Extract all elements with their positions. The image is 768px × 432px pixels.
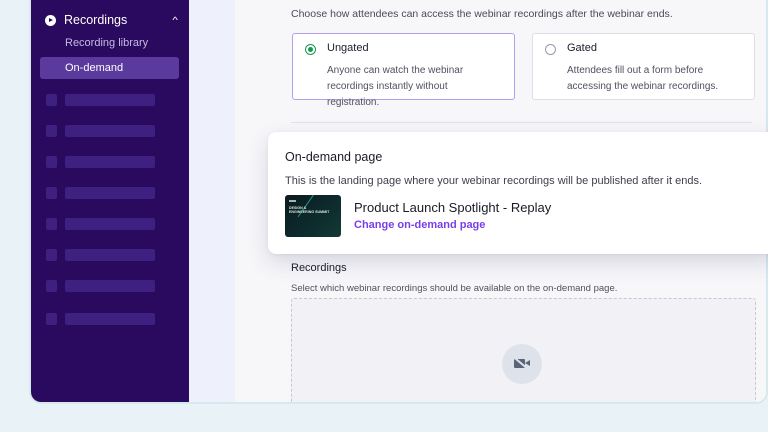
secondary-panel xyxy=(189,0,235,402)
sidebar-skeleton-item xyxy=(46,94,156,106)
sidebar-skeleton-item xyxy=(46,156,156,168)
change-on-demand-page-link[interactable]: Change on-demand page xyxy=(354,219,485,231)
on-demand-description: This is the landing page where your webi… xyxy=(285,175,703,187)
sidebar-skeleton-item xyxy=(46,187,156,199)
sidebar-skeleton-item xyxy=(46,249,156,261)
on-demand-title: On-demand page xyxy=(285,150,383,164)
radio-gated[interactable] xyxy=(545,44,556,55)
video-off-icon xyxy=(502,344,542,384)
on-demand-page-name: Product Launch Spotlight - Replay xyxy=(354,200,552,215)
recordings-dropzone[interactable] xyxy=(291,298,756,402)
option-description: Anyone can watch the webinar recordings … xyxy=(327,65,464,108)
on-demand-thumbnail: DESIGN & ENGINEERING SUMMIT xyxy=(285,195,341,237)
play-circle-icon xyxy=(45,14,56,26)
sidebar-skeleton-item xyxy=(46,280,156,292)
option-description: Attendees fill out a form before accessi… xyxy=(567,65,719,92)
recordings-title: Recordings xyxy=(291,262,347,274)
sidebar-section-label: Recordings xyxy=(64,13,128,27)
access-intro-text: Choose how attendees can access the webi… xyxy=(291,8,673,20)
section-divider xyxy=(291,122,752,123)
option-ungated[interactable]: Ungated Anyone can watch the webinar rec… xyxy=(292,33,515,108)
sidebar-skeleton-item xyxy=(46,218,156,230)
option-title: Ungated xyxy=(327,42,369,54)
option-title: Gated xyxy=(567,42,597,54)
chevron-up-icon[interactable]: ^ xyxy=(172,15,178,25)
option-gated[interactable]: Gated Attendees fill out a form before a… xyxy=(532,33,755,100)
radio-ungated[interactable] xyxy=(305,44,316,55)
sidebar: Recordings ^ Recording library On-demand xyxy=(31,0,189,402)
sidebar-item-on-demand[interactable]: On-demand xyxy=(40,57,179,79)
sidebar-skeleton-item xyxy=(46,125,156,137)
thumbnail-text: DESIGN & ENGINEERING SUMMIT xyxy=(289,206,330,215)
recordings-description: Select which webinar recordings should b… xyxy=(291,283,618,294)
sidebar-skeleton-item xyxy=(46,313,156,325)
on-demand-page-card: On-demand page This is the landing page … xyxy=(268,132,768,254)
sidebar-item-recording-library[interactable]: Recording library xyxy=(40,32,179,54)
thumbnail-logo xyxy=(289,200,296,202)
sidebar-section-recordings[interactable]: Recordings ^ xyxy=(45,12,178,28)
